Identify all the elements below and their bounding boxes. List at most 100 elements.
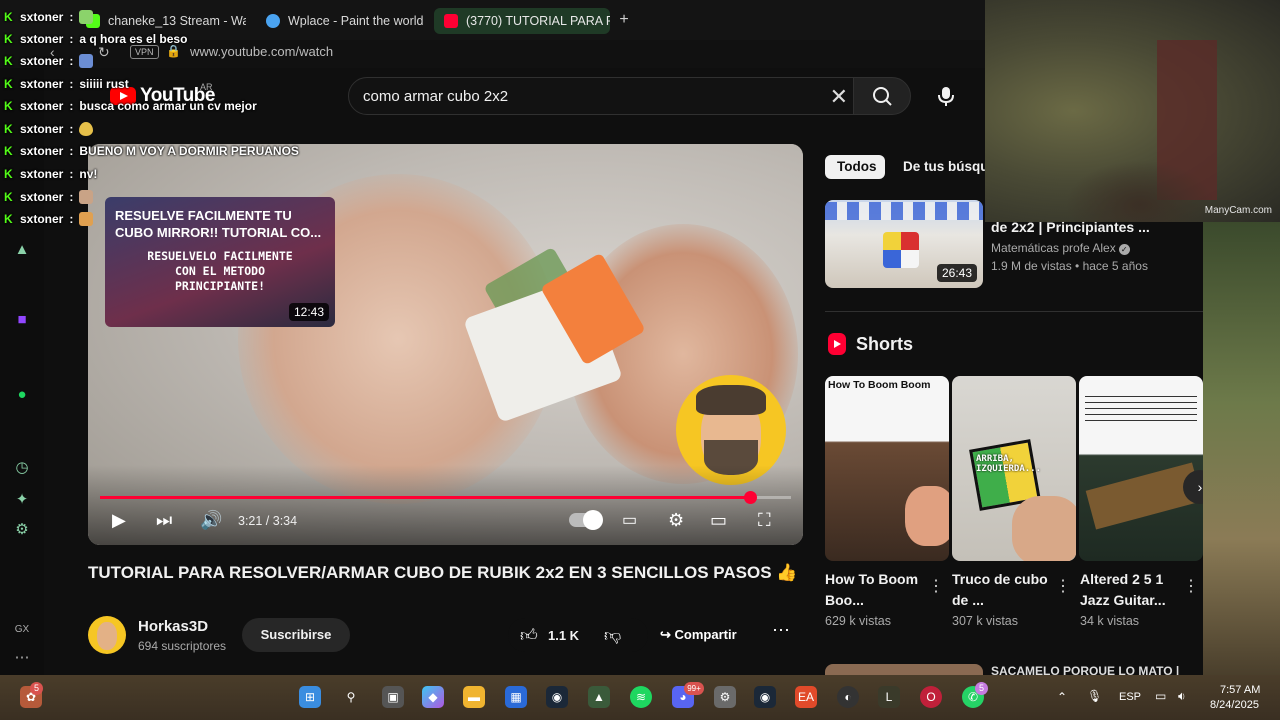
reload-icon[interactable]: ↻ [98, 44, 110, 61]
country-code: AR [200, 82, 213, 92]
short-thumb-hand [905, 486, 949, 546]
dislike-icon[interactable]: 👎︎ [604, 625, 621, 646]
opera-gx-icon[interactable]: O [920, 686, 942, 708]
chip-all[interactable]: Todos [825, 155, 885, 179]
spotify-taskbar-icon[interactable]: ≋ [630, 686, 652, 708]
network-icon[interactable]: ▭ [1155, 689, 1166, 703]
volume-icon[interactable]: 🔊 [200, 510, 222, 531]
chat-text: siiiii rust [79, 77, 129, 91]
twitch-icon[interactable]: ■ [12, 310, 32, 330]
discord-badge: 99+ [684, 682, 704, 695]
settings-icon[interactable]: ⚙ [12, 520, 32, 540]
lock-icon[interactable]: 🔒 [166, 44, 181, 58]
url-field[interactable]: www.youtube.com/watch [190, 44, 333, 59]
more-actions-icon[interactable]: ⋯ [772, 620, 790, 641]
kick-icon: K [4, 122, 13, 136]
spotify-icon[interactable]: ● [12, 385, 32, 405]
subscribe-button[interactable]: Suscribirse [242, 618, 350, 652]
clear-search-icon[interactable]: ✕ [830, 84, 848, 110]
chat-message: Ksxtoner: [4, 212, 94, 226]
channel-name[interactable]: Horkas3D [138, 618, 208, 635]
settings-taskbar-icon[interactable]: ⚙ [714, 686, 736, 708]
chat-user: sxtoner [20, 77, 64, 91]
kick-sidebar-icon[interactable]: ▲ [12, 240, 32, 260]
short-views-3: 34 k vistas [1080, 614, 1140, 628]
share-button[interactable]: ↪ Compartir [650, 618, 762, 652]
theater-mode-icon[interactable]: ▭ [710, 510, 727, 531]
language-indicator[interactable]: ESP [1119, 691, 1141, 703]
emote-icon [79, 54, 94, 68]
progress-fill [100, 496, 750, 499]
search-button[interactable] [853, 77, 911, 115]
gx-icon[interactable]: GX [12, 620, 32, 640]
video-title: TUTORIAL PARA RESOLVER/ARMAR CUBO DE RUB… [88, 563, 798, 582]
recommended-thumbnail[interactable]: 26:43 [825, 200, 983, 288]
short-menu-icon[interactable]: ⋮ [1183, 576, 1199, 596]
short-title-2[interactable]: Truco de cubo de ... [952, 569, 1052, 611]
tray-chevron-icon[interactable]: ⌃ [1057, 690, 1067, 704]
chat-message: Ksxtoner: BUENO M VOY A DORMIR PERUANOS [4, 144, 299, 158]
video-player[interactable]: RESUELVE FACILMENTE TU CUBO MIRROR!! TUT… [88, 144, 803, 545]
more-icon[interactable]: ⋯ [12, 648, 32, 668]
short-title-3[interactable]: Altered 2 5 1 Jazz Guitar... [1080, 569, 1180, 611]
search-input[interactable]: como armar cubo 2x2 ✕ [348, 77, 863, 115]
tab-wplace[interactable]: Wplace - Paint the world [256, 8, 426, 34]
short-menu-icon[interactable]: ⋮ [1055, 576, 1071, 596]
fullscreen-icon[interactable]: ⛶ [758, 510, 771, 531]
subtitles-icon[interactable]: ▭ [622, 510, 637, 530]
like-icon[interactable]: 👍︎ [520, 625, 538, 646]
endcard-duration: 12:43 [288, 303, 329, 321]
next-video-title[interactable]: SACAMELO PORQUE LO MATO | [991, 664, 1179, 675]
short-thumb-hand [1012, 496, 1076, 561]
play-icon[interactable]: ▶ [112, 510, 126, 531]
progress-knob[interactable] [743, 491, 757, 504]
short-menu-icon[interactable]: ⋮ [928, 576, 944, 596]
short-card-3[interactable] [1079, 376, 1203, 561]
copilot-icon[interactable]: ◆ [422, 686, 444, 708]
history-icon[interactable]: ◷ [12, 458, 32, 478]
settings-gear-icon[interactable]: ⚙ [668, 510, 684, 531]
kick-icon: K [4, 54, 13, 68]
clock-date[interactable]: 8/24/2025 [1210, 699, 1259, 711]
app-circle-icon[interactable]: ◐ [837, 686, 859, 708]
start-windows-icon[interactable]: ⊞ [299, 686, 321, 708]
store-icon[interactable]: ▦ [505, 686, 527, 708]
short-card-1[interactable]: How To Boom Boom [825, 376, 949, 561]
short-title-1[interactable]: How To Boom Boo... [825, 569, 925, 611]
toggle-knob [583, 510, 603, 530]
task-view-icon[interactable]: ▣ [382, 686, 404, 708]
short-views-1: 629 k vistas [825, 614, 892, 628]
kick-icon: K [4, 167, 13, 181]
shorts-label: Shorts [856, 333, 914, 354]
extensions-icon[interactable]: ✦ [12, 490, 32, 510]
clock-time[interactable]: 7:57 AM [1220, 684, 1260, 696]
emote-icon [79, 122, 94, 136]
tray-mic-icon[interactable]: 🎙︎ [1087, 689, 1102, 703]
speaker-icon[interactable]: 🔉︎ [1178, 689, 1186, 704]
webcam-watermark: ManyCam.com [1204, 205, 1272, 216]
like-count: 1.1 K [548, 628, 580, 643]
autoplay-toggle[interactable] [569, 510, 603, 530]
endcard-title: RESUELVE FACILMENTE TU CUBO MIRROR!! TUT… [115, 208, 322, 240]
channel-avatar[interactable] [88, 616, 126, 654]
steam-icon[interactable]: ◉ [546, 686, 568, 708]
progress-bar[interactable] [100, 491, 791, 504]
ea-icon[interactable]: EA [795, 686, 817, 708]
recommended-channel[interactable]: Matemáticas profe Alex ✓ [991, 241, 1130, 255]
chip-from-searches[interactable]: De tus búsque [903, 155, 996, 179]
microphone-icon[interactable] [930, 84, 962, 108]
steam-taskbar-icon[interactable]: ◉ [754, 686, 776, 708]
new-tab-button[interactable]: + [614, 10, 634, 30]
taskbar-search-icon[interactable]: ⚲ [340, 686, 362, 708]
chat-text: nv! [79, 167, 98, 181]
endscreen-video-card[interactable]: RESUELVE FACILMENTE TU CUBO MIRROR!! TUT… [105, 197, 335, 327]
file-explorer-icon[interactable]: ▬ [463, 686, 485, 708]
vpn-badge[interactable]: VPN [130, 45, 159, 59]
tab-youtube-active[interactable]: (3770) TUTORIAL PARA R [434, 8, 610, 34]
short-card-2[interactable]: ARRIBA, IZQUIERDA... [952, 376, 1076, 561]
tab-kick-stream[interactable]: chaneke_13 Stream - Watc [76, 8, 246, 34]
next-icon[interactable]: ⏭ [156, 510, 172, 531]
league-icon[interactable]: L [878, 686, 900, 708]
app-icon[interactable]: ▲ [588, 686, 610, 708]
next-video-thumbnail[interactable] [825, 664, 983, 675]
